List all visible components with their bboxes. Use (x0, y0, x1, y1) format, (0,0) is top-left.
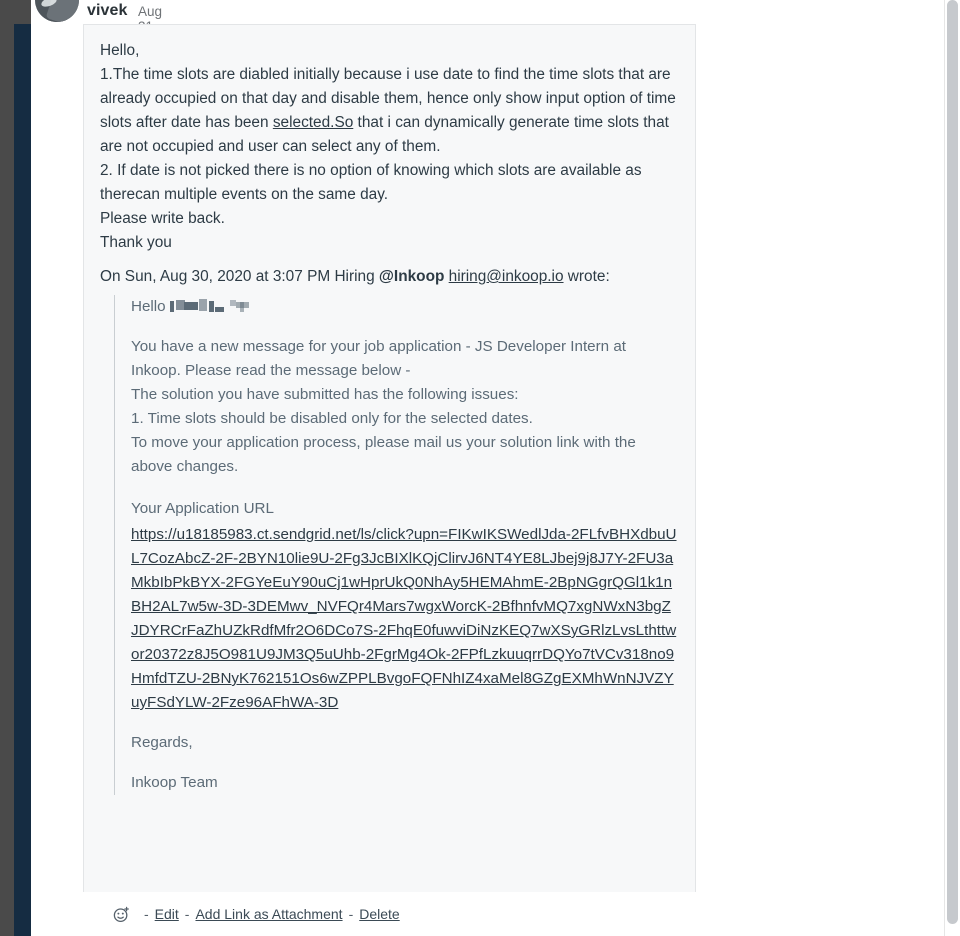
nav-rail-top (14, 0, 31, 24)
quoted-message: Hello You have a new message for your jo… (114, 295, 677, 795)
post-author-name[interactable]: vivek (87, 2, 128, 20)
message-body: Hello, 1.The time slots are diabled init… (84, 25, 695, 795)
quote-attribution: On Sun, Aug 30, 2020 at 3:07 PM Hiring @… (100, 265, 677, 289)
quoted-line-5: To move your application process, please… (131, 434, 636, 475)
add-link-as-attachment-link[interactable]: Add Link as Attachment (195, 906, 342, 922)
application-url-label: Your Application URL (131, 500, 274, 517)
quoted-paragraph-1: You have a new message for your job appl… (131, 338, 627, 355)
delete-link[interactable]: Delete (359, 906, 399, 922)
message-point-2: 2. If date is not picked there is no opt… (100, 162, 642, 203)
quoted-signoff-2: Inkoop Team (131, 774, 218, 791)
quote-attribution-prefix: On Sun, Aug 30, 2020 at 3:07 PM Hiring (100, 268, 379, 285)
quoted-signoff-1: Regards, (131, 734, 193, 751)
avatar[interactable] (35, 0, 79, 22)
window-edge-rail (0, 0, 14, 936)
action-separator-3: - (348, 906, 354, 922)
emoji-reaction-icon[interactable] (113, 906, 130, 923)
action-separator-2: - (184, 906, 190, 922)
application-url-link[interactable]: https://u18185983.ct.sendgrid.net/ls/cli… (131, 523, 677, 715)
quote-author-email-link[interactable]: hiring@inkoop.io (449, 268, 564, 285)
quoted-line-4: 1. Time slots should be disabled only fo… (131, 410, 533, 427)
edit-link[interactable]: Edit (155, 906, 179, 922)
action-separator-1: - (144, 906, 149, 922)
vertical-scrollbar-thumb[interactable] (947, 0, 958, 924)
quoted-greeting-text: Hello (131, 298, 170, 315)
message-greeting: Hello, (100, 42, 140, 59)
quote-author-handle: @Inkoop (378, 268, 445, 285)
selected-so-link[interactable]: selected.So (273, 114, 353, 131)
quote-attribution-suffix: wrote: (563, 268, 610, 285)
quoted-line-3: The solution you have submitted has the … (131, 386, 519, 403)
quoted-greeting: Hello (131, 295, 677, 319)
message-card: Hello, 1.The time slots are diabled init… (83, 24, 696, 892)
message-closing-2: Thank you (100, 234, 172, 251)
redacted-name (169, 299, 252, 312)
discussion-page: vivek Aug 31 at 2:10 PM Hello, 1.The tim… (31, 0, 945, 936)
message-point-1: 1.The time slots are diabled initially b… (100, 63, 677, 159)
post-action-bar: - Edit - Add Link as Attachment - Delete (83, 892, 696, 936)
quoted-line-2: Inkoop. Please read the message below - (131, 362, 411, 379)
message-closing-1: Please write back. (100, 210, 225, 227)
global-nav-rail (14, 24, 31, 936)
vertical-scrollbar-track[interactable] (944, 0, 960, 936)
